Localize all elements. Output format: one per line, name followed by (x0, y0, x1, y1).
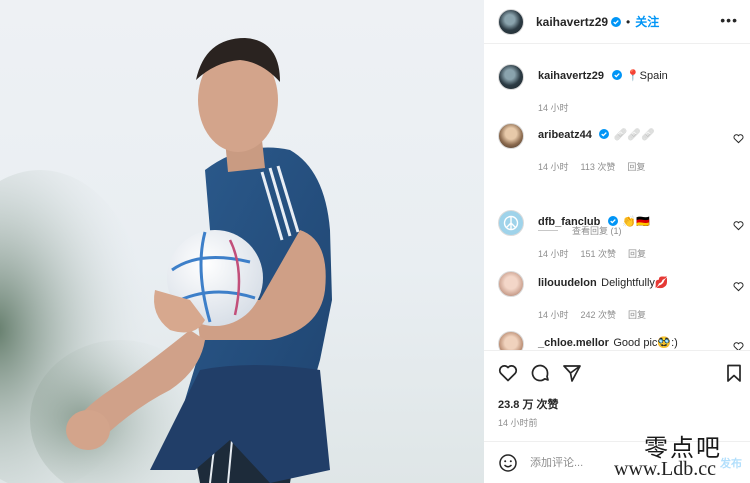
commenter-avatar[interactable] (498, 210, 524, 236)
verified-badge-icon (607, 216, 618, 226)
follow-button[interactable]: 关注 (635, 13, 659, 30)
comment-text: Good pic🥸:) (613, 337, 678, 349)
comment-likes[interactable]: 242 次赞 (581, 308, 617, 321)
comment-item: dfb_fanclub 👏🇩🇪 14 小时 151 次赞 回复 (498, 210, 750, 260)
heart-icon[interactable] (498, 363, 518, 383)
comment-meta: 14 小时 151 次赞 回复 (538, 247, 738, 260)
verified-badge-icon (611, 16, 622, 27)
like-comment-icon[interactable] (733, 341, 744, 350)
likes-count[interactable]: 23.8 万 次赞 (498, 396, 559, 412)
caption: kaihavertz29 📍Spain 14 小时 (498, 64, 750, 114)
like-comment-icon[interactable] (733, 220, 744, 231)
comment-time: 14 小时 (538, 249, 569, 259)
comment-item: _chloe.mellor Good pic🥸:) (498, 331, 750, 350)
comment-icon[interactable] (530, 363, 550, 383)
comment-username[interactable]: _chloe.mellor (538, 337, 609, 349)
comment-meta: 14 小时 242 次赞 回复 (538, 308, 738, 321)
more-options-icon[interactable]: ••• (720, 13, 738, 27)
emoji-icon[interactable] (498, 453, 518, 473)
post-photo[interactable] (0, 0, 484, 483)
post-time: 14 小时前 (498, 418, 538, 428)
comments-list[interactable]: kaihavertz29 📍Spain 14 小时 aribeatz44 🩹🩹🩹… (484, 45, 750, 350)
post-comment-button[interactable]: 发布 (720, 455, 742, 471)
caption-text: Spain (639, 70, 668, 82)
commenter-avatar[interactable] (498, 123, 524, 149)
peace-icon (503, 215, 519, 231)
caption-time: 14 小时 (538, 103, 569, 113)
caption-username[interactable]: kaihavertz29 (538, 70, 604, 82)
caption-avatar[interactable] (498, 64, 524, 90)
comment-likes[interactable]: 113 次赞 (581, 160, 616, 173)
comment-time: 14 小时 (538, 162, 569, 172)
verified-badge-icon (611, 70, 622, 80)
separator-dot: • (626, 14, 631, 29)
post-image (0, 38, 332, 483)
comment-username[interactable]: aribeatz44 (538, 129, 592, 141)
caption-meta: 14 小时 (538, 101, 738, 114)
comment-meta: 14 小时 113 次赞 回复 (538, 160, 738, 173)
reply-button[interactable]: 回复 (628, 247, 646, 260)
comment-item: aribeatz44 🩹🩹🩹 14 小时 113 次赞 回复 (498, 123, 750, 173)
post-actions-bar (484, 350, 750, 396)
comment-time: 14 小时 (538, 310, 569, 320)
comment-text: 👏🇩🇪 (622, 216, 650, 228)
comment-text: Delightfully💋 (601, 277, 669, 289)
like-comment-icon[interactable] (733, 133, 744, 144)
post-side-panel: kaihavertz29 • 关注 ••• kaihavertz29 📍Spai… (484, 0, 750, 483)
author-avatar[interactable] (498, 8, 524, 35)
comment-item: lilouudelon Delightfully💋 14 小时 242 次赞 回… (498, 271, 750, 321)
comment-likes[interactable]: 151 次赞 (581, 247, 617, 260)
comment-text: 🩹🩹🩹 (613, 129, 655, 141)
verified-badge-icon (599, 129, 610, 139)
comment-username[interactable]: dfb_fanclub (538, 216, 600, 228)
comment-username[interactable]: lilouudelon (538, 277, 597, 289)
reply-button[interactable]: 回复 (627, 160, 645, 173)
author-username[interactable]: kaihavertz29 (536, 15, 608, 29)
commenter-avatar[interactable] (498, 331, 524, 350)
watermark-url: www.Ldb.cc (614, 458, 717, 480)
share-icon[interactable] (562, 363, 582, 383)
commenter-avatar[interactable] (498, 271, 524, 297)
reply-button[interactable]: 回复 (628, 308, 646, 321)
bookmark-icon[interactable] (724, 363, 744, 383)
like-comment-icon[interactable] (733, 281, 744, 292)
post-header: kaihavertz29 • 关注 ••• (484, 0, 750, 44)
location-pin-icon: 📍 (625, 70, 640, 82)
